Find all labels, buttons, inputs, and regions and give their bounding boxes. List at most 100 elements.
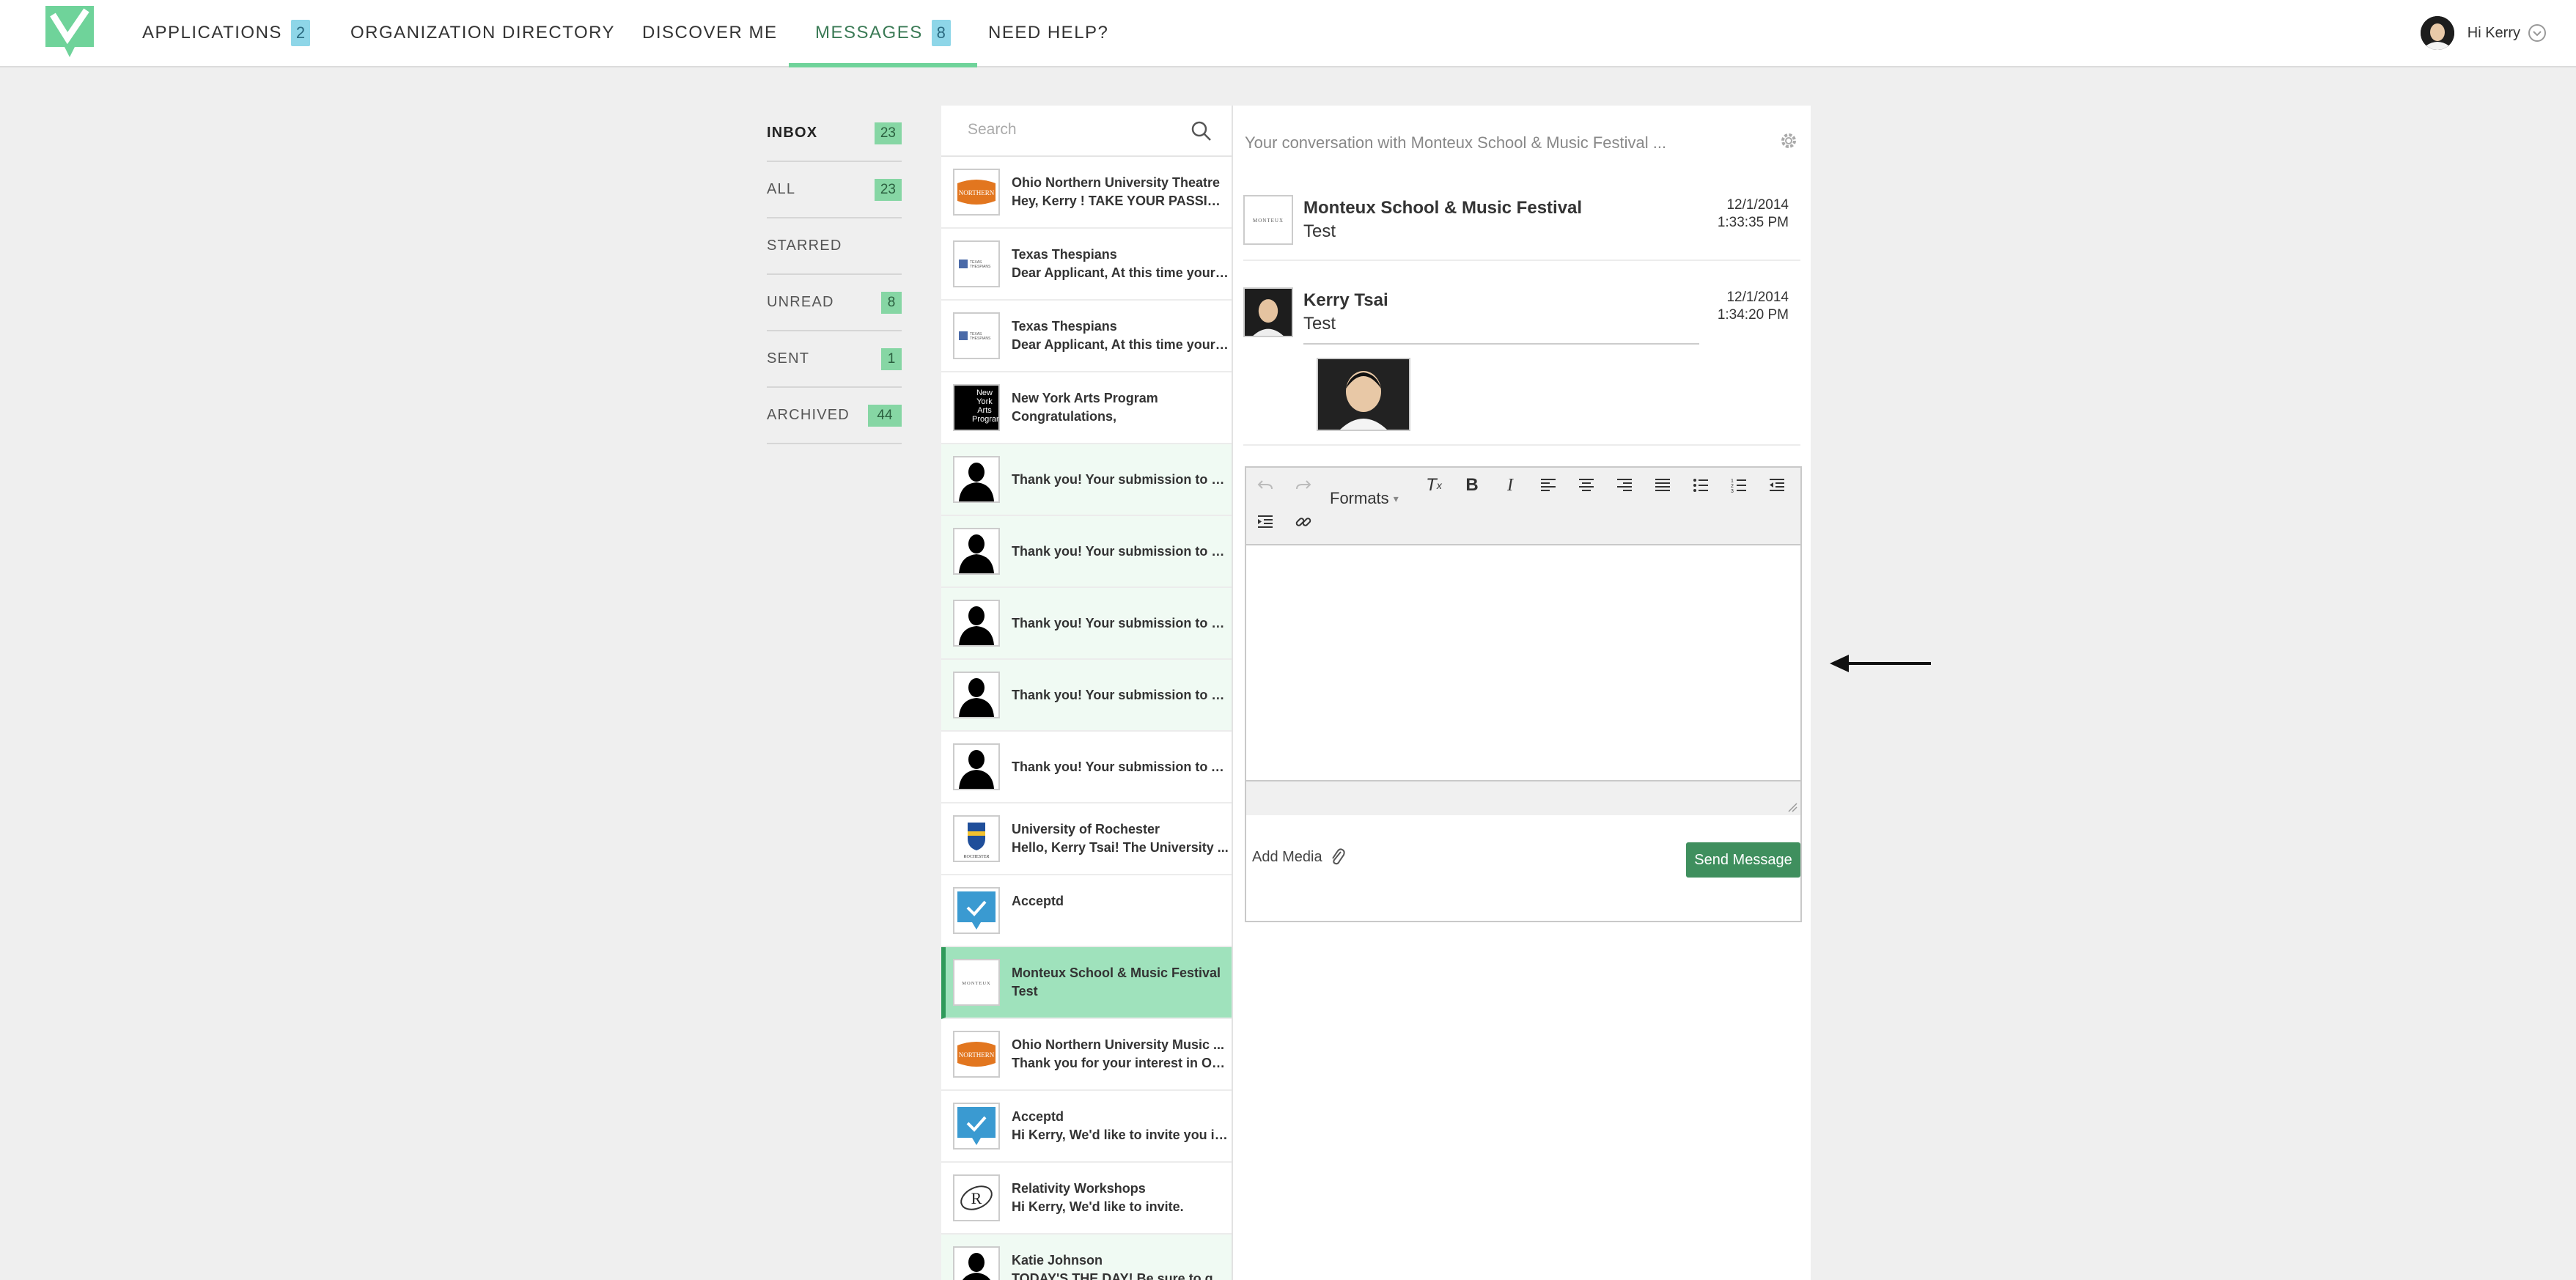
svg-text:2: 2 <box>1731 484 1734 489</box>
message-summary: Thank you! Your submission to A... <box>1012 758 1229 776</box>
justify-icon[interactable] <box>1648 471 1677 500</box>
message-body-editor[interactable] <box>1246 545 1800 780</box>
link-icon[interactable] <box>1289 507 1318 537</box>
message-row[interactable]: ROCHESTER University of Rochester Hello, K… <box>941 803 1232 875</box>
silhouette-icon <box>953 600 1000 647</box>
divider <box>1243 260 1800 261</box>
kerry-avatar <box>1243 287 1293 337</box>
gear-icon[interactable] <box>1778 130 1799 151</box>
align-left-icon[interactable] <box>1534 471 1563 500</box>
attached-photo[interactable] <box>1317 358 1410 431</box>
add-media-button[interactable]: Add Media <box>1252 847 1346 867</box>
nav-need-help[interactable]: NEED HELP? <box>988 0 1108 66</box>
message-summary: Thank you! Your submission to BF... <box>1012 686 1229 705</box>
applications-count-badge: 2 <box>290 20 310 46</box>
redo-icon[interactable] <box>1289 471 1318 500</box>
nyap-logo-text: New York Arts Program <box>972 389 1000 424</box>
undo-icon[interactable] <box>1251 471 1280 500</box>
message-preview: Dear Applicant, At this time your ... <box>1012 337 1229 352</box>
search-icon[interactable] <box>1191 120 1212 142</box>
folder-label: SENT <box>767 350 810 367</box>
message-time: 1:33:35 PM <box>1717 215 1789 230</box>
message-row[interactable]: Katie Johnson TODAY'S THE DAY! Be sure to… <box>941 1235 1232 1280</box>
message-row[interactable]: Acceptd <box>941 875 1232 947</box>
message-preview: Dear Applicant, At this time your ... <box>1012 265 1229 280</box>
folder-starred[interactable]: STARRED <box>767 218 902 275</box>
message-summary: Thank you! Your submission to BF... <box>1012 542 1229 561</box>
message-row[interactable]: Thank you! Your submission to A... <box>941 732 1232 803</box>
onu-logo-icon: NORTHERN <box>953 169 1000 216</box>
bullet-list-icon[interactable] <box>1686 471 1715 500</box>
rochester-logo-icon: ROCHESTER <box>953 815 1000 862</box>
message-row[interactable]: Thank you! Your submission to BF... <box>941 516 1232 588</box>
send-message-button[interactable]: Send Message <box>1686 842 1800 878</box>
messages-count-badge: 8 <box>931 20 951 46</box>
conversation-message: Kerry Tsai Test 12/1/2014 1:34:20 PM <box>1243 287 1800 434</box>
monteux-logo-icon: MONTEUX <box>953 959 1000 1006</box>
indent-icon[interactable] <box>1251 507 1280 537</box>
message-summary: Texas Thespians Dear Applicant, At this t… <box>1012 246 1229 282</box>
message-row[interactable]: TEXAS THESPIANS Texas Thespians Dear Applic… <box>941 229 1232 301</box>
message-row[interactable]: MONTEUX Monteux School & Music Festival Te… <box>941 947 1232 1019</box>
conversation-panel: Your conversation with Monteux School & … <box>1232 106 1811 1280</box>
user-menu[interactable]: Hi Kerry <box>2420 0 2547 66</box>
message-row[interactable]: Thank you! Your submission to B... <box>941 444 1232 516</box>
folder-label: UNREAD <box>767 294 834 310</box>
message-summary: Ohio Northern University Theatre Hey, Ker… <box>1012 174 1229 210</box>
svg-text:MONTEUX: MONTEUX <box>962 981 991 986</box>
message-preview: Congratulations, <box>1012 409 1116 424</box>
message-row[interactable]: NORTHERN Ohio Northern University Theatre… <box>941 157 1232 229</box>
silhouette-icon <box>953 456 1000 503</box>
outdent-icon[interactable] <box>1762 471 1792 500</box>
message-preview: Thank you! Your submission to BF... <box>1012 615 1229 630</box>
resize-handle-icon[interactable] <box>1786 801 1797 812</box>
message-preview: TODAY'S THE DAY! Be sure to ge... <box>1012 1271 1229 1280</box>
italic-icon[interactable]: I <box>1495 471 1525 500</box>
message-date: 12/1/2014 <box>1726 290 1789 305</box>
svg-text:1: 1 <box>1731 479 1734 484</box>
nav-discover-me[interactable]: DISCOVER ME <box>642 0 778 66</box>
message-row[interactable]: Acceptd Hi Kerry, We'd like to invite you… <box>941 1091 1232 1163</box>
nav-applications[interactable]: APPLICATIONS 2 <box>142 0 310 66</box>
svg-text:THESPIANS: THESPIANS <box>970 336 991 341</box>
folder-sent[interactable]: SENT 1 <box>767 331 902 388</box>
clear-format-icon[interactable]: Tx <box>1419 471 1449 500</box>
message-preview: Hey, Kerry ! TAKE YOUR PASSION... <box>1012 194 1229 208</box>
message-sender: New York Arts Program <box>1012 391 1158 405</box>
message-summary: Ohio Northern University Music ... Thank … <box>1012 1036 1229 1073</box>
message-row[interactable]: Thank you! Your submission to BF... <box>941 660 1232 732</box>
numbered-list-icon[interactable]: 123 <box>1724 471 1753 500</box>
folder-unread[interactable]: UNREAD 8 <box>767 275 902 331</box>
message-row[interactable]: R Relativity Workshops Hi Kerry, We'd like… <box>941 1163 1232 1235</box>
chevron-down-icon <box>2528 24 2546 42</box>
acceptd-logo-icon[interactable] <box>45 6 94 59</box>
message-row[interactable]: TEXAS THESPIANS Texas Thespians Dear Applic… <box>941 301 1232 372</box>
acceptd-logo-icon <box>953 887 1000 934</box>
editor-statusbar <box>1246 780 1800 815</box>
message-sender: Ohio Northern University Theatre <box>1012 175 1221 190</box>
message-preview: Thank you! Your submission to BF... <box>1012 543 1229 559</box>
message-row[interactable]: New York Arts Program New York Arts Progr… <box>941 372 1232 444</box>
folder-count-badge: 23 <box>874 122 902 144</box>
message-timestamp: 12/1/2014 1:34:20 PM <box>1718 289 1789 324</box>
search-input[interactable] <box>941 106 1161 154</box>
svg-text:NORTHERN: NORTHERN <box>959 189 995 196</box>
bold-icon[interactable]: B <box>1457 471 1487 500</box>
conversation-message: MONTEUX Monteux School & Music Festival … <box>1243 195 1800 254</box>
message-row[interactable]: Thank you! Your submission to BF... <box>941 588 1232 660</box>
nav-messages[interactable]: MESSAGES 8 <box>789 0 977 67</box>
nav-organization-directory[interactable]: ORGANIZATION DIRECTORY <box>350 0 615 66</box>
align-right-icon[interactable] <box>1610 471 1639 500</box>
attachment-divider <box>1303 343 1699 345</box>
formats-dropdown[interactable]: Formats ▾ <box>1330 484 1399 513</box>
align-center-icon[interactable] <box>1572 471 1601 500</box>
folder-all[interactable]: ALL 23 <box>767 162 902 218</box>
nav-discover-me-label: DISCOVER ME <box>642 23 778 43</box>
folder-label: INBOX <box>767 125 818 141</box>
message-preview: Thank you! Your submission to BF... <box>1012 687 1229 702</box>
message-sender: Ohio Northern University Music ... <box>1012 1037 1225 1052</box>
folder-count-badge: 23 <box>874 178 902 201</box>
folder-archived[interactable]: ARCHIVED 44 <box>767 388 902 444</box>
message-row[interactable]: NORTHERN Ohio Northern University Music .… <box>941 1019 1232 1091</box>
folder-inbox[interactable]: INBOX 23 <box>767 106 902 162</box>
